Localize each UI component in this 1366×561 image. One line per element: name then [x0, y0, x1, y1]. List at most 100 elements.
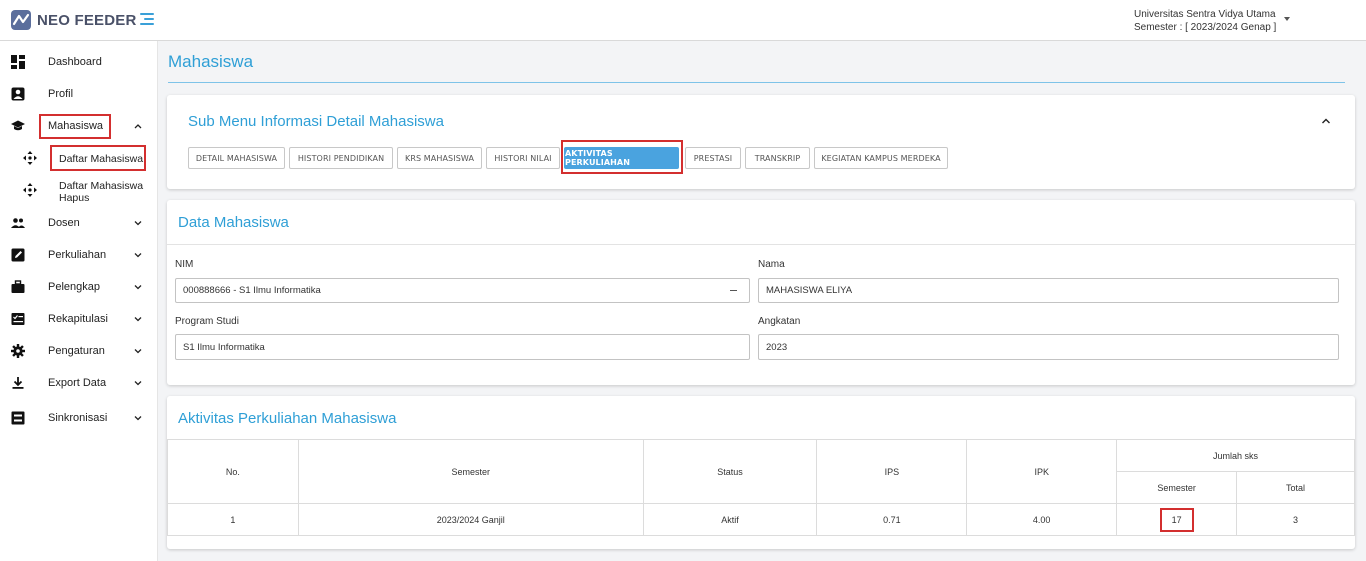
submenu-daftar-mahasiswa-hapus[interactable]: Daftar Mahasiswa Hapus — [0, 177, 158, 205]
nim-label: NIM — [175, 259, 194, 270]
active-semester: Semester : [ 2023/2024 Genap ] — [1134, 22, 1277, 33]
highlight-daftar-mahasiswa — [50, 145, 146, 171]
chevron-down-icon[interactable] — [133, 250, 143, 260]
section-divider — [167, 244, 1355, 245]
download-icon — [12, 377, 24, 389]
cell-status: Aktif — [642, 503, 818, 536]
nim-select[interactable]: 000888666 - S1 Ilmu Informatika — [175, 278, 750, 303]
sidebar-item-label: Export Data — [48, 377, 107, 389]
cell-no: 1 — [167, 503, 299, 536]
column-header-jumlah-sks: Jumlah sks — [1116, 439, 1355, 472]
chevron-down-icon[interactable] — [133, 346, 143, 356]
angkatan-field[interactable]: 2023 — [758, 334, 1339, 360]
university-name: Universitas Sentra Vidya Utama — [1134, 9, 1276, 20]
sidebar-item-export-data[interactable]: Export Data — [0, 372, 158, 394]
column-header-semester: Semester — [297, 439, 644, 504]
move-arrows-icon — [23, 183, 37, 197]
column-header-no: No. — [167, 439, 299, 504]
highlight-active-tab — [561, 140, 683, 174]
chevron-down-icon[interactable] — [133, 218, 143, 228]
top-bar: NEO FEEDER Universitas Sentra Vidya Utam… — [0, 0, 1366, 41]
aktivitas-perkuliahan-card: Aktivitas Perkuliahan Mahasiswa No. Seme… — [167, 396, 1355, 549]
report-icon — [11, 313, 25, 325]
move-arrows-icon — [23, 151, 37, 165]
sidebar-item-perkuliahan[interactable]: Perkuliahan — [0, 244, 158, 266]
tab-histori-pendidikan[interactable]: HISTORI PENDIDIKAN — [289, 147, 393, 169]
gear-icon — [11, 344, 25, 358]
chevron-up-icon[interactable] — [133, 121, 143, 131]
tab-detail-mahasiswa[interactable]: DETAIL MAHASISWA — [188, 147, 285, 169]
profile-icon — [11, 87, 25, 101]
briefcase-icon — [11, 280, 25, 293]
sidebar-item-profil[interactable]: Profil — [0, 83, 158, 105]
account-dropdown-caret-icon[interactable] — [1284, 17, 1290, 21]
column-header-status: Status — [642, 439, 818, 504]
sidebar-item-label: Pelengkap — [48, 281, 100, 293]
app-name: NEO FEEDER — [37, 11, 137, 29]
highlight-sks-semester — [1160, 508, 1195, 532]
sidebar-item-label: Pengaturan — [48, 345, 105, 357]
sidebar-item-pelengkap[interactable]: Pelengkap — [0, 276, 158, 298]
sidebar-item-label: Sinkronisasi — [48, 412, 108, 424]
column-header-ipk: IPK — [966, 439, 1118, 504]
nama-value: MAHASISWA ELIYA — [766, 285, 853, 296]
sidebar-item-pengaturan[interactable]: Pengaturan — [0, 340, 158, 362]
data-mahasiswa-card: Data Mahasiswa NIM 000888666 - S1 Ilmu I… — [167, 200, 1355, 385]
cell-ips: 0.71 — [816, 503, 968, 536]
column-header-sks-semester: Semester — [1116, 471, 1238, 504]
tab-prestasi[interactable]: PRESTASI — [685, 147, 741, 169]
sidebar: Dashboard Profil Mahasiswa Daftar Mahasi… — [0, 41, 158, 561]
tab-transkrip[interactable]: TRANSKRIP — [745, 147, 810, 169]
nama-label: Nama — [758, 259, 785, 270]
submenu-label: Daftar Mahasiswa Hapus — [59, 180, 144, 204]
tab-histori-nilai[interactable]: HISTORI NILAI — [486, 147, 560, 169]
program-studi-field[interactable]: S1 Ilmu Informatika — [175, 334, 750, 360]
graduation-cap-icon — [11, 120, 25, 131]
submenu-card: Sub Menu Informasi Detail Mahasiswa DETA… — [167, 95, 1355, 189]
chevron-down-icon[interactable] — [133, 378, 143, 388]
aktivitas-table: No. Semester Status IPS IPK Jumlah sks S… — [167, 439, 1355, 536]
data-mahasiswa-title: Data Mahasiswa — [178, 214, 289, 231]
sidebar-item-sinkronisasi[interactable]: Sinkronisasi — [0, 407, 158, 429]
cell-semester: 2023/2024 Ganjil — [297, 503, 644, 536]
title-divider — [168, 82, 1345, 83]
aktivitas-title: Aktivitas Perkuliahan Mahasiswa — [178, 410, 397, 427]
chevron-up-icon[interactable] — [1321, 117, 1331, 125]
cell-sks-semester: 17 — [1116, 503, 1238, 536]
people-icon — [11, 218, 25, 228]
tab-kegiatan-kampus-merdeka[interactable]: KEGIATAN KAMPUS MERDEKA — [814, 147, 948, 169]
sidebar-item-label: Dashboard — [48, 56, 102, 68]
submenu-card-title: Sub Menu Informasi Detail Mahasiswa — [188, 113, 444, 130]
menu-toggle-icon[interactable] — [140, 13, 154, 27]
sync-icon — [11, 411, 25, 425]
nim-value: 000888666 - S1 Ilmu Informatika — [183, 285, 321, 296]
column-header-ips: IPS — [816, 439, 968, 504]
dashboard-icon — [11, 55, 25, 69]
app-logo[interactable]: NEO FEEDER — [10, 9, 137, 31]
program-studi-label: Program Studi — [175, 316, 239, 327]
sidebar-item-label: Rekapitulasi — [48, 313, 108, 325]
cell-ipk: 4.00 — [966, 503, 1118, 536]
university-info[interactable]: Universitas Sentra Vidya Utama Semester … — [1134, 8, 1276, 34]
sidebar-item-dosen[interactable]: Dosen — [0, 212, 158, 234]
sidebar-item-label: Profil — [48, 88, 74, 100]
cell-sks-total: 3 — [1236, 503, 1355, 536]
select-caret-icon — [730, 290, 737, 291]
angkatan-value: 2023 — [766, 341, 788, 353]
column-header-sks-total: Total — [1236, 471, 1355, 504]
program-studi-value: S1 Ilmu Informatika — [183, 341, 265, 353]
sidebar-item-dashboard[interactable]: Dashboard — [0, 51, 158, 73]
nama-field[interactable]: MAHASISWA ELIYA — [758, 278, 1339, 303]
edit-square-icon — [11, 248, 25, 262]
highlight-mahasiswa — [39, 114, 111, 139]
tab-krs-mahasiswa[interactable]: KRS MAHASISWA — [397, 147, 482, 169]
sidebar-item-rekapitulasi[interactable]: Rekapitulasi — [0, 308, 158, 330]
sidebar-item-label: Dosen — [48, 217, 80, 229]
sidebar-item-label: Perkuliahan — [48, 249, 107, 261]
angkatan-label: Angkatan — [758, 316, 801, 327]
page-title: Mahasiswa — [168, 52, 254, 71]
chevron-down-icon[interactable] — [133, 282, 143, 292]
neo-feeder-logo-icon — [11, 10, 31, 30]
chevron-down-icon[interactable] — [133, 314, 143, 324]
chevron-down-icon[interactable] — [133, 413, 143, 423]
